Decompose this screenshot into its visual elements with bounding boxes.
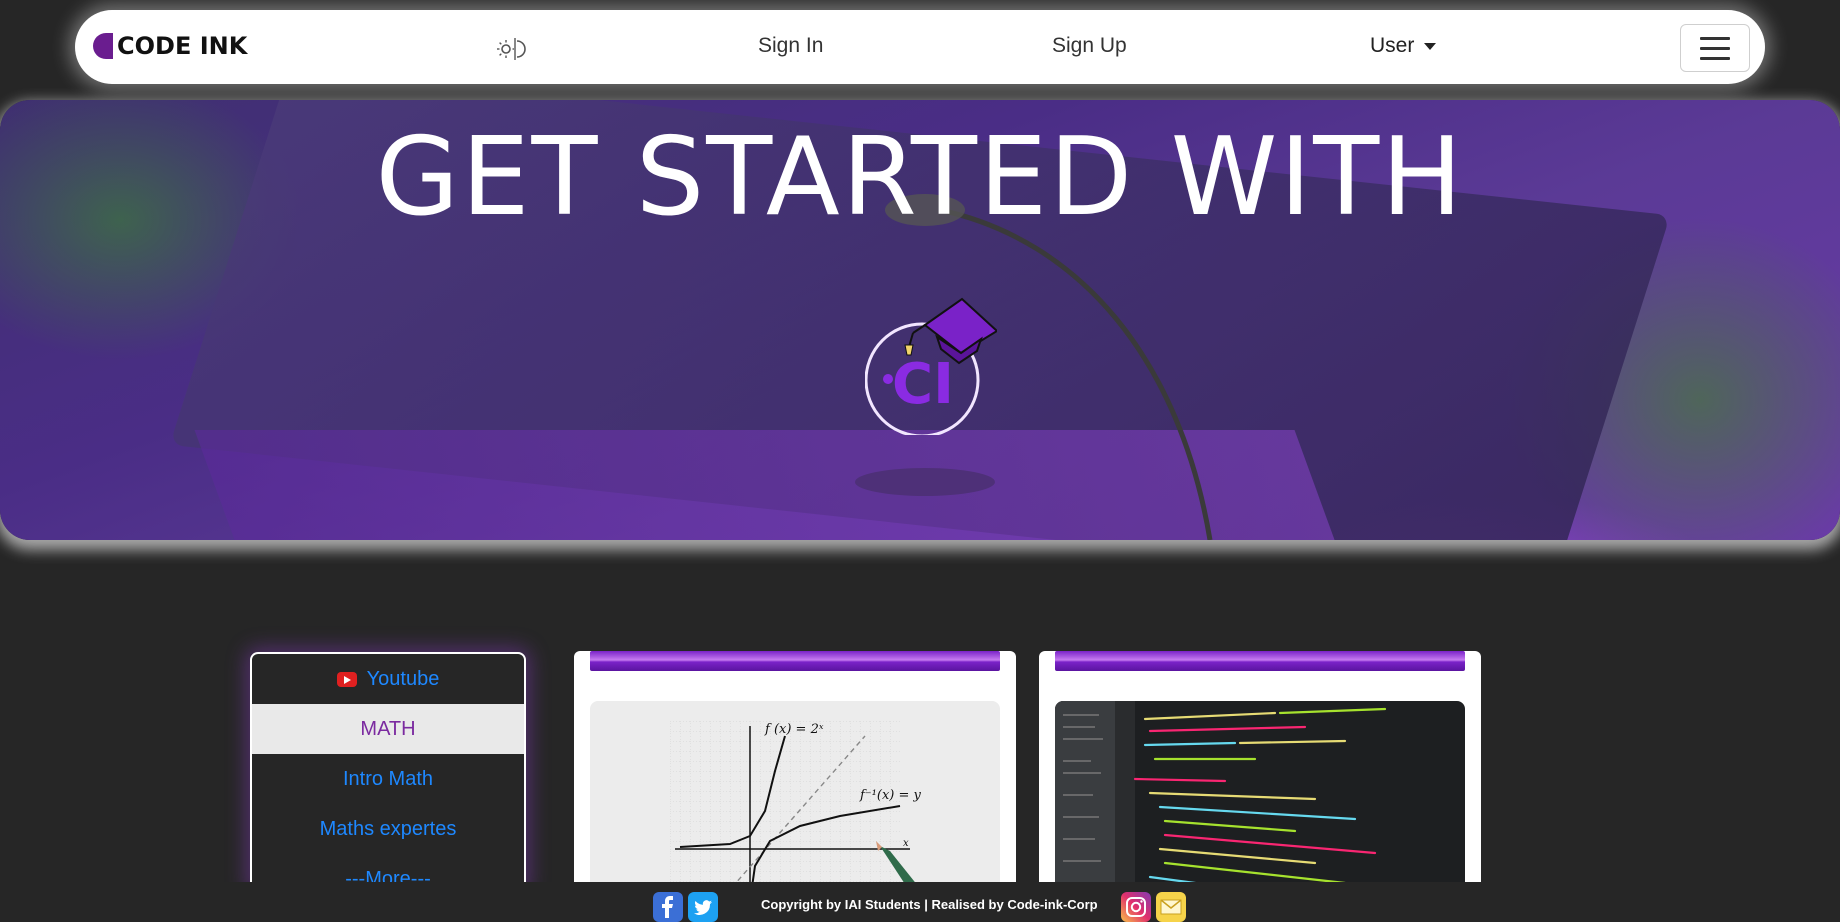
math-graph-image: f (x) = 2ˣ f⁻¹(x) = y x xyxy=(590,701,1000,901)
user-dropdown-label: User xyxy=(1370,34,1415,57)
menu-toggle-button[interactable] xyxy=(1680,24,1750,72)
x-axis-label: x xyxy=(903,838,909,849)
f-label: f (x) = 2ˣ xyxy=(764,722,824,737)
brand-name: CODE INK xyxy=(117,32,248,60)
menu-item-label: Maths expertes xyxy=(319,817,457,840)
brand-mark-icon xyxy=(93,33,113,59)
twitter-icon[interactable] xyxy=(688,892,718,922)
finv-label: f⁻¹(x) = y xyxy=(859,788,922,803)
sign-in-link[interactable]: Sign In xyxy=(758,34,823,58)
menu-item-maths-expertes[interactable]: Maths expertes xyxy=(252,804,524,854)
theme-toggle-icon[interactable] xyxy=(495,35,529,63)
navbar: CODE INK Sign In Sign Up User xyxy=(75,10,1765,84)
user-dropdown[interactable]: User xyxy=(1370,34,1437,58)
code-editor-image xyxy=(1055,701,1465,901)
menu-item-intro-math[interactable]: Intro Math xyxy=(252,754,524,804)
mail-icon[interactable] xyxy=(1156,892,1186,922)
hamburger-icon xyxy=(1700,36,1730,40)
caret-down-icon xyxy=(1424,42,1437,50)
logo-text: CI xyxy=(892,352,954,417)
course-side-menu: Youtube MATH Intro Math Maths expertes -… xyxy=(250,652,526,892)
brand-logo[interactable]: CODE INK xyxy=(93,32,247,60)
card-banner xyxy=(590,651,1000,671)
code-course-card[interactable] xyxy=(1039,651,1481,901)
sign-up-link[interactable]: Sign Up xyxy=(1052,34,1127,58)
hero-banner: GET STARTED WITH CI xyxy=(0,100,1840,540)
menu-item-label: MATH xyxy=(360,717,416,740)
youtube-icon xyxy=(336,671,357,687)
menu-item-youtube[interactable]: Youtube xyxy=(252,654,524,704)
facebook-icon[interactable] xyxy=(653,892,683,922)
hero-title: GET STARTED WITH xyxy=(375,115,1465,240)
copyright-text: Copyright by IAI Students | Realised by … xyxy=(761,897,1098,912)
footer: Copyright by IAI Students | Realised by … xyxy=(0,882,1840,922)
card-banner xyxy=(1055,651,1465,671)
menu-item-label: Intro Math xyxy=(342,767,434,790)
menu-item-math[interactable]: MATH xyxy=(252,704,524,754)
code-ink-logo: CI xyxy=(864,295,999,438)
menu-item-label: Youtube xyxy=(366,667,440,690)
instagram-icon[interactable] xyxy=(1121,892,1151,922)
math-course-card[interactable]: f (x) = 2ˣ f⁻¹(x) = y x xyxy=(574,651,1016,901)
